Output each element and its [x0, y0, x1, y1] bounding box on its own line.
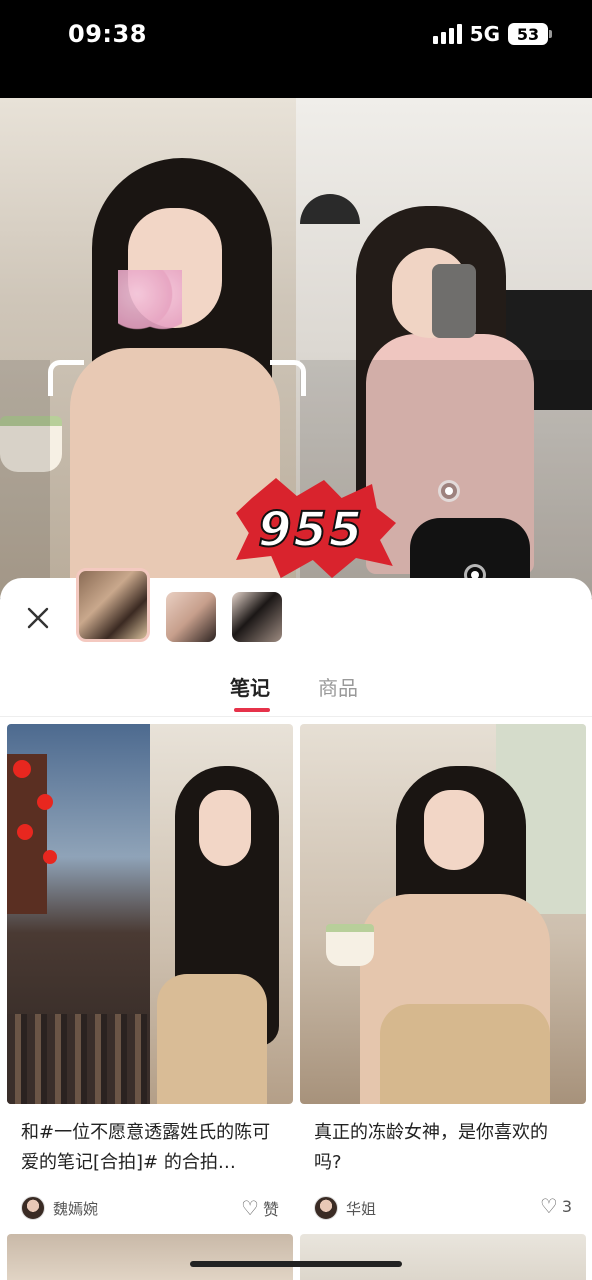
- heart-icon: ♡: [539, 1194, 558, 1218]
- thumbnail-3[interactable]: [232, 592, 282, 642]
- battery-level: 53: [516, 24, 540, 44]
- network-type: 5G: [469, 22, 500, 46]
- status-time: 09:38: [68, 20, 147, 48]
- author-name[interactable]: 华姐: [346, 1198, 376, 1219]
- bottom-sheet: 笔记 商品 和#一位不愿意透露姓氏的陈可爱的笔记[合拍]# 的合拍… 魏嫣婉 ♡…: [0, 568, 592, 1280]
- note-card-partial[interactable]: [300, 1234, 586, 1280]
- like-count: 赞: [262, 1200, 279, 1219]
- signal-icon: [432, 24, 462, 44]
- butterfly-sticker-icon: [118, 270, 182, 330]
- thumbnail-2[interactable]: [166, 592, 216, 642]
- close-icon: [27, 607, 49, 629]
- note-card-title: 真正的冻龄女神，是你喜欢的吗?: [314, 1122, 548, 1173]
- dim-overlay-left: [0, 360, 50, 598]
- crop-corner-top-left[interactable]: [48, 360, 84, 396]
- note-card[interactable]: 真正的冻龄女神，是你喜欢的吗? 华姐 ♡ 3: [300, 724, 586, 1232]
- battery-icon: 53: [508, 23, 552, 45]
- note-card-footer: 魏嫣婉 ♡ 赞: [21, 1188, 279, 1232]
- image-preview[interactable]: 955: [0, 98, 592, 598]
- product-tag-dot[interactable]: [438, 480, 460, 502]
- note-card-image[interactable]: [7, 724, 293, 1104]
- person-left-body: [70, 348, 280, 598]
- heart-icon: ♡: [241, 1196, 259, 1220]
- crop-corner-top-right[interactable]: [270, 360, 306, 396]
- tab-products[interactable]: 商品: [318, 672, 358, 701]
- active-tab-indicator: [234, 708, 270, 712]
- like-button[interactable]: ♡ 赞: [241, 1196, 279, 1220]
- phone-shape: [432, 264, 476, 338]
- note-card-title: 和#一位不愿意透露姓氏的陈可爱的笔记[合拍]# 的合拍…: [21, 1122, 271, 1173]
- tab-bar: 笔记 商品: [0, 672, 592, 714]
- note-card-image[interactable]: [300, 724, 586, 1104]
- avatar[interactable]: [21, 1196, 45, 1220]
- divider: [0, 716, 592, 717]
- note-card-partial[interactable]: [7, 1234, 293, 1280]
- note-card-footer: 华姐 ♡ 3: [314, 1188, 572, 1232]
- close-button[interactable]: [22, 602, 54, 634]
- status-bar: 09:38 5G 53: [0, 0, 592, 98]
- author-name[interactable]: 魏嫣婉: [53, 1198, 98, 1219]
- like-button[interactable]: ♡ 3: [540, 1196, 572, 1216]
- avatar[interactable]: [314, 1196, 338, 1220]
- like-count: 3: [561, 1196, 572, 1216]
- status-indicators: 5G 53: [432, 22, 552, 46]
- badge-text: 955: [257, 501, 365, 559]
- home-indicator[interactable]: [190, 1261, 402, 1267]
- tab-notes[interactable]: 笔记: [230, 672, 270, 701]
- note-card[interactable]: 和#一位不愿意透露姓氏的陈可爱的笔记[合拍]# 的合拍… 魏嫣婉 ♡ 赞: [7, 724, 293, 1232]
- thumbnail-1[interactable]: [76, 568, 150, 642]
